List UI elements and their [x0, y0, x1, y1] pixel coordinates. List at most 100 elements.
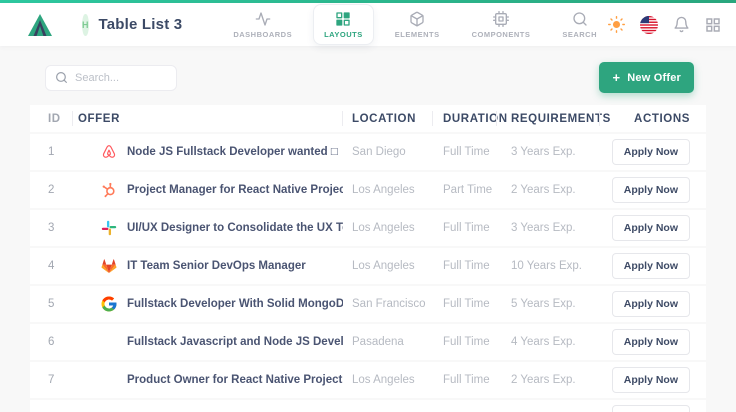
box-icon [409, 11, 425, 27]
row-location: Los Angeles [343, 222, 433, 234]
nav-item-components[interactable]: COMPONENTS [461, 4, 542, 45]
nav-item-elements[interactable]: ELEMENTS [384, 4, 451, 45]
company-icon-slot [100, 219, 118, 237]
row-location: Los Angeles [343, 374, 433, 386]
offer-cell: Product Owner for React Native Project [73, 371, 343, 389]
app-header: H Table List 3 DASHBOARDS LAYOUTS ELEMEN… [0, 3, 736, 46]
row-requirements: 4 Years Exp. [497, 336, 600, 348]
company-icon-slot [100, 257, 118, 275]
offer-cell: Project Manager for React Native Project [73, 181, 343, 199]
offer-cell: UI/UX Designer to Consolidate the UX Tea… [73, 219, 343, 237]
bell-icon[interactable] [673, 16, 690, 33]
hubspot-icon [100, 181, 118, 199]
nav-item-search[interactable]: SEARCH [551, 4, 608, 45]
col-duration: DURATION [433, 105, 497, 132]
apply-button[interactable]: Apply Now [612, 253, 690, 279]
apply-button[interactable]: Apply Now [612, 367, 690, 393]
table-body: 1 Node JS Fullstack Developer wanted □ S… [30, 134, 706, 412]
company-icon-slot [100, 295, 118, 313]
row-id: 3 [30, 222, 73, 234]
row-duration: Full Time [433, 374, 497, 386]
company-icon-slot [100, 181, 118, 199]
search-icon [55, 71, 68, 84]
apps-icon[interactable] [705, 17, 721, 33]
row-duration: Full Time [433, 298, 497, 310]
offer-cell: Fullstack Javascript and Node JS Develop… [73, 333, 343, 351]
apply-button[interactable]: Apply Now [612, 139, 690, 165]
row-location: San Diego [343, 146, 433, 158]
company-icon-slot [100, 371, 118, 389]
offer-title: Fullstack Developer With Solid MongoDB S… [127, 298, 343, 310]
table-row: 1 Node JS Fullstack Developer wanted □ S… [30, 134, 706, 170]
row-requirements: 3 Years Exp. [497, 146, 600, 158]
col-actions: ACTIONS [600, 105, 706, 132]
apply-button[interactable]: Apply Now [612, 215, 690, 241]
offer-title: Product Owner for React Native Project [127, 374, 342, 386]
offer-cell: IT Team Senior DevOps Manager [73, 257, 343, 275]
row-id: 4 [30, 260, 73, 272]
table-row: 2 Project Manager for React Native Proje… [30, 172, 706, 208]
toolbar: +New Offer [45, 62, 694, 93]
row-requirements: 2 Years Exp. [497, 374, 600, 386]
row-location: Los Angeles [343, 260, 433, 272]
table-row: 8 UI/UX Designer With Html5 and Sass Ski… [30, 400, 706, 412]
row-duration: Part Time [433, 184, 497, 196]
us-flag-icon[interactable] [640, 16, 658, 34]
col-id: ID [30, 105, 73, 132]
google-icon [100, 295, 118, 313]
search-box[interactable] [45, 65, 177, 91]
row-requirements: 5 Years Exp. [497, 298, 600, 310]
offer-title: Project Manager for React Native Project [127, 184, 343, 196]
nav-item-dashboards[interactable]: DASHBOARDS [222, 4, 303, 45]
row-duration: Full Time [433, 222, 497, 234]
nav-item-layouts[interactable]: LAYOUTS [313, 4, 374, 45]
row-requirements: 3 Years Exp. [497, 222, 600, 234]
col-location: LOCATION [343, 105, 433, 132]
offer-title: Fullstack Javascript and Node JS Develop… [127, 336, 343, 348]
apply-button[interactable]: Apply Now [612, 405, 690, 412]
row-id: 5 [30, 298, 73, 310]
cpu-icon [493, 11, 509, 27]
table-row: 4 IT Team Senior DevOps Manager Los Ange… [30, 248, 706, 284]
row-id: 7 [30, 374, 73, 386]
grid-icon [335, 11, 351, 27]
nav-label: SEARCH [562, 30, 597, 39]
plus-icon: + [612, 70, 620, 85]
main-nav: DASHBOARDS LAYOUTS ELEMENTS COMPONENTS S… [222, 4, 608, 45]
sun-icon[interactable] [608, 16, 625, 33]
col-offer: OFFER [73, 105, 343, 132]
nav-label: COMPONENTS [472, 30, 531, 39]
page-title: Table List 3 [99, 16, 183, 33]
table-row: 7 Product Owner for React Native Project… [30, 362, 706, 398]
offer-title: IT Team Senior DevOps Manager [127, 260, 306, 272]
nav-label: DASHBOARDS [233, 30, 292, 39]
row-id: 6 [30, 336, 73, 348]
row-requirements: 2 Years Exp. [497, 184, 600, 196]
apply-button[interactable]: Apply Now [612, 177, 690, 203]
slack-icon [100, 219, 118, 237]
page-content: +New Offer ID OFFER LOCATION DURATION RE… [0, 46, 736, 412]
nav-label: ELEMENTS [395, 30, 440, 39]
row-id: 2 [30, 184, 73, 196]
gitlab-icon [100, 257, 118, 275]
offers-table: ID OFFER LOCATION DURATION REQUIREMENTS … [30, 105, 706, 412]
col-requirements: REQUIREMENTS [497, 105, 600, 132]
offer-cell: Fullstack Developer With Solid MongoDB S… [73, 295, 343, 313]
row-id: 1 [30, 146, 73, 158]
new-offer-button[interactable]: +New Offer [599, 62, 694, 93]
table-header: ID OFFER LOCATION DURATION REQUIREMENTS … [30, 105, 706, 132]
row-location: Pasadena [343, 336, 433, 348]
row-duration: Full Time [433, 146, 497, 158]
row-duration: Full Time [433, 260, 497, 272]
apply-button[interactable]: Apply Now [612, 329, 690, 355]
airbnb-icon [100, 143, 118, 161]
offer-title: UI/UX Designer to Consolidate the UX Tea… [127, 222, 343, 234]
search-input[interactable] [75, 72, 165, 84]
offer-title: Node JS Fullstack Developer wanted □ [127, 146, 338, 158]
header-actions [608, 11, 736, 39]
app-logo[interactable] [28, 14, 52, 36]
search-icon [572, 11, 588, 27]
table-row: 5 Fullstack Developer With Solid MongoDB… [30, 286, 706, 322]
apply-button[interactable]: Apply Now [612, 291, 690, 317]
row-location: Los Angeles [343, 184, 433, 196]
